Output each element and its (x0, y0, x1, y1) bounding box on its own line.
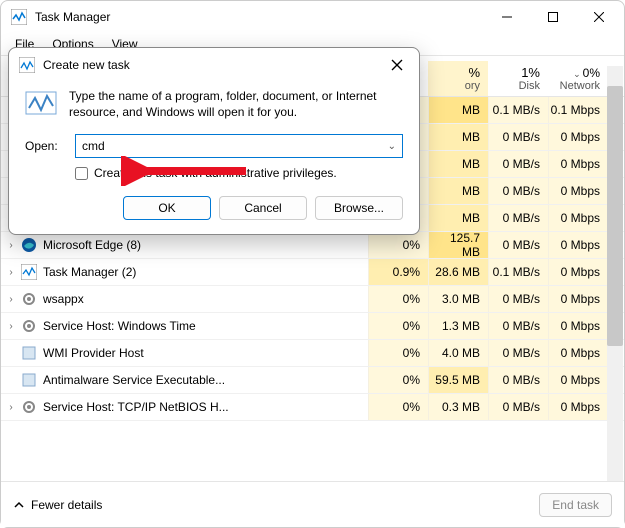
expand-icon[interactable]: › (1, 267, 21, 278)
cpu-cell: 0% (368, 394, 428, 420)
end-task-button[interactable]: End task (539, 493, 612, 517)
process-icon (21, 237, 37, 253)
expand-icon[interactable]: › (1, 294, 21, 305)
process-name: Antimalware Service Executable... (43, 373, 368, 387)
table-row[interactable]: › Microsoft Edge (8)0%125.7 MB0 MB/s0 Mbp… (1, 232, 624, 259)
network-cell: 0.1 Mbps (548, 97, 608, 123)
dialog-title: Create new task (43, 58, 383, 72)
expand-icon[interactable]: › (1, 321, 21, 332)
memory-cell: 28.6 MB (428, 259, 488, 285)
memory-cell: 3.0 MB (428, 286, 488, 312)
process-name: Service Host: Windows Time (43, 319, 368, 333)
network-cell: 0 Mbps (548, 151, 608, 177)
network-cell: 0 Mbps (548, 259, 608, 285)
dialog-close-button[interactable] (383, 51, 411, 79)
header-disk[interactable]: 1% Disk (488, 61, 548, 96)
network-cell: 0 Mbps (548, 394, 608, 420)
network-cell: 0 Mbps (548, 313, 608, 339)
disk-cell: 0 MB/s (488, 124, 548, 150)
process-name: wsappx (43, 292, 368, 306)
disk-cell: 0 MB/s (488, 340, 548, 366)
memory-cell: MB (428, 205, 488, 231)
header-network[interactable]: ⌄0% Network (548, 61, 608, 96)
process-name: WMI Provider Host (43, 346, 368, 360)
process-icon (21, 399, 37, 415)
footer-bar: Fewer details End task (1, 481, 624, 527)
expand-icon[interactable]: › (1, 402, 21, 413)
ok-button[interactable]: OK (123, 196, 211, 220)
table-row[interactable]: WMI Provider Host0%4.0 MB0 MB/s0 Mbps (1, 340, 624, 367)
disk-cell: 0 MB/s (488, 151, 548, 177)
disk-cell: 0 MB/s (488, 178, 548, 204)
cpu-cell: 0.9% (368, 259, 428, 285)
disk-cell: 0 MB/s (488, 367, 548, 393)
network-cell: 0 Mbps (548, 286, 608, 312)
cpu-cell: 0% (368, 313, 428, 339)
cancel-button[interactable]: Cancel (219, 196, 307, 220)
disk-cell: 0 MB/s (488, 286, 548, 312)
sort-indicator-icon: ⌄ (573, 69, 581, 79)
process-icon (21, 372, 37, 388)
network-cell: 0 Mbps (548, 124, 608, 150)
admin-label: Create this task with administrative pri… (94, 166, 337, 180)
taskmgr-icon (11, 9, 27, 25)
browse-button[interactable]: Browse... (315, 196, 403, 220)
open-label: Open: (25, 139, 65, 153)
scrollbar-thumb[interactable] (607, 86, 623, 346)
network-cell: 0 Mbps (548, 232, 608, 258)
table-row[interactable]: Antimalware Service Executable...0%59.5 … (1, 367, 624, 394)
table-row[interactable]: › Service Host: Windows Time0%1.3 MB0 MB/… (1, 313, 624, 340)
memory-cell: 0.3 MB (428, 394, 488, 420)
maximize-button[interactable] (530, 1, 576, 33)
create-task-dialog: Create new task Type the name of a progr… (8, 47, 420, 235)
table-row[interactable]: › wsappx0%3.0 MB0 MB/s0 Mbps (1, 286, 624, 313)
run-large-icon (25, 88, 57, 120)
memory-cell: MB (428, 97, 488, 123)
window-titlebar: Task Manager (1, 1, 624, 33)
process-icon (21, 264, 37, 280)
chevron-up-icon (13, 499, 25, 511)
disk-cell: 0.1 MB/s (488, 97, 548, 123)
process-name: Microsoft Edge (8) (43, 238, 368, 252)
cpu-cell: 0% (368, 367, 428, 393)
memory-cell: 4.0 MB (428, 340, 488, 366)
admin-checkbox[interactable] (75, 167, 88, 180)
network-cell: 0 Mbps (548, 340, 608, 366)
process-icon (21, 291, 37, 307)
cpu-cell: 0% (368, 286, 428, 312)
disk-cell: 0 MB/s (488, 313, 548, 339)
disk-cell: 0 MB/s (488, 394, 548, 420)
disk-cell: 0 MB/s (488, 232, 548, 258)
memory-cell: 125.7 MB (428, 232, 488, 258)
table-row[interactable]: › Service Host: TCP/IP NetBIOS H...0%0.3 … (1, 394, 624, 421)
memory-cell: MB (428, 124, 488, 150)
disk-cell: 0 MB/s (488, 205, 548, 231)
chevron-down-icon[interactable]: ⌄ (388, 141, 396, 152)
process-name: Task Manager (2) (43, 265, 368, 279)
memory-cell: 59.5 MB (428, 367, 488, 393)
close-button[interactable] (576, 1, 622, 33)
cpu-cell: 0% (368, 232, 428, 258)
disk-cell: 0.1 MB/s (488, 259, 548, 285)
open-input[interactable]: cmd ⌄ (75, 134, 403, 158)
process-icon (21, 318, 37, 334)
fewer-details-button[interactable]: Fewer details (13, 498, 102, 512)
network-cell: 0 Mbps (548, 367, 608, 393)
network-cell: 0 Mbps (548, 178, 608, 204)
run-dialog-icon (19, 57, 35, 73)
window-title: Task Manager (35, 10, 484, 24)
expand-icon[interactable]: › (1, 240, 21, 251)
header-memory[interactable]: % ory (428, 61, 488, 96)
memory-cell: MB (428, 178, 488, 204)
table-row[interactable]: › Task Manager (2)0.9%28.6 MB0.1 MB/s0 Mb… (1, 259, 624, 286)
minimize-button[interactable] (484, 1, 530, 33)
cpu-cell: 0% (368, 340, 428, 366)
process-name: Service Host: TCP/IP NetBIOS H... (43, 400, 368, 414)
memory-cell: 1.3 MB (428, 313, 488, 339)
dialog-description: Type the name of a program, folder, docu… (69, 88, 403, 120)
network-cell: 0 Mbps (548, 205, 608, 231)
memory-cell: MB (428, 151, 488, 177)
process-icon (21, 345, 37, 361)
